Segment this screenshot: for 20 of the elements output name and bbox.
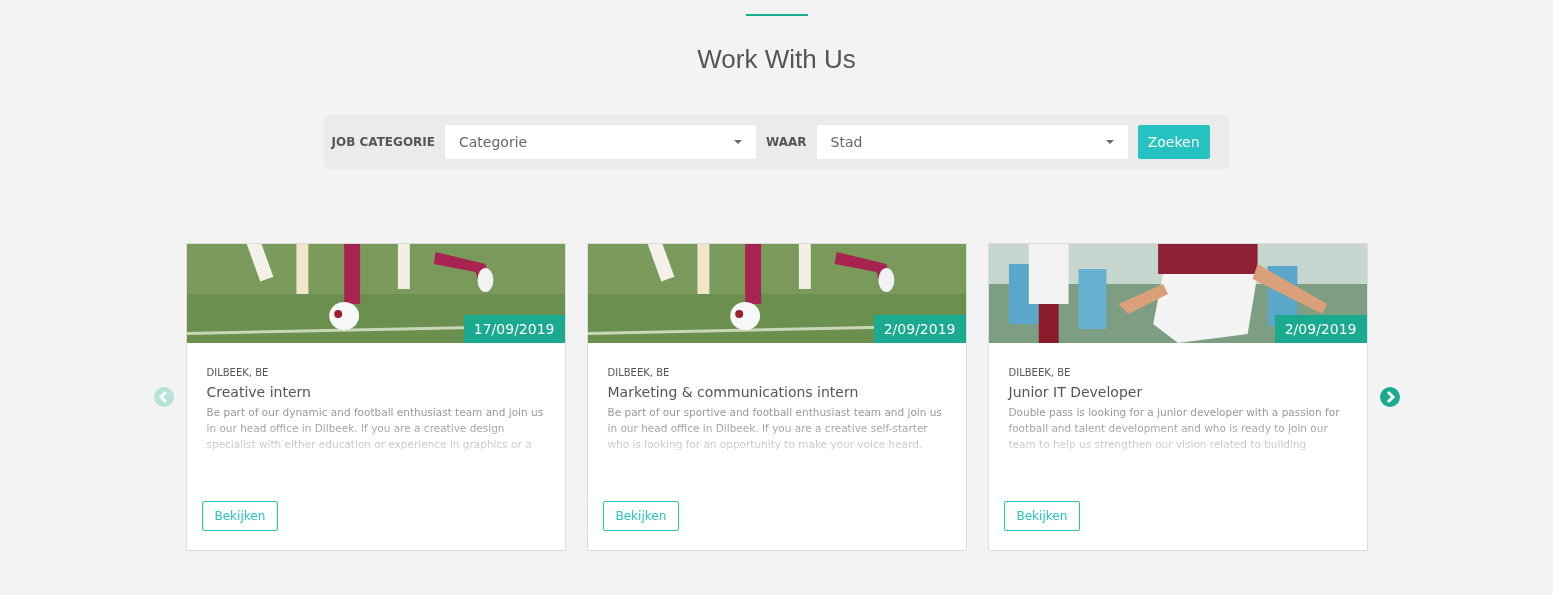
date-badge: 17/09/2019 [463,315,565,343]
job-title: Junior IT Developer [1008,384,1144,400]
category-select[interactable]: Categorie [445,125,757,159]
date-badge: 2/09/2019 [1274,315,1367,343]
field-label: WAAR [766,135,807,149]
job-location: DILBEEK, BE [206,367,270,378]
view-button[interactable]: Bekijken [1003,501,1081,531]
job-location: DILBEEK, BE [607,367,671,378]
job-title: Creative intern [206,384,312,400]
search-button[interactable]: Zoeken [1137,125,1210,159]
field-label: JOB CATEGORIE [331,135,435,149]
date-badge: 2/09/2019 [873,315,966,343]
section-heading: Work With Us [697,44,856,75]
job-title: Marketing & communications intern [607,384,860,400]
view-button[interactable]: Bekijken [201,501,279,531]
view-button[interactable]: Bekijken [602,501,680,531]
job-location: DILBEEK, BE [1008,367,1072,378]
location-select[interactable]: Stad [816,125,1128,159]
caret-icon [734,140,743,144]
caret-icon [1105,140,1114,144]
